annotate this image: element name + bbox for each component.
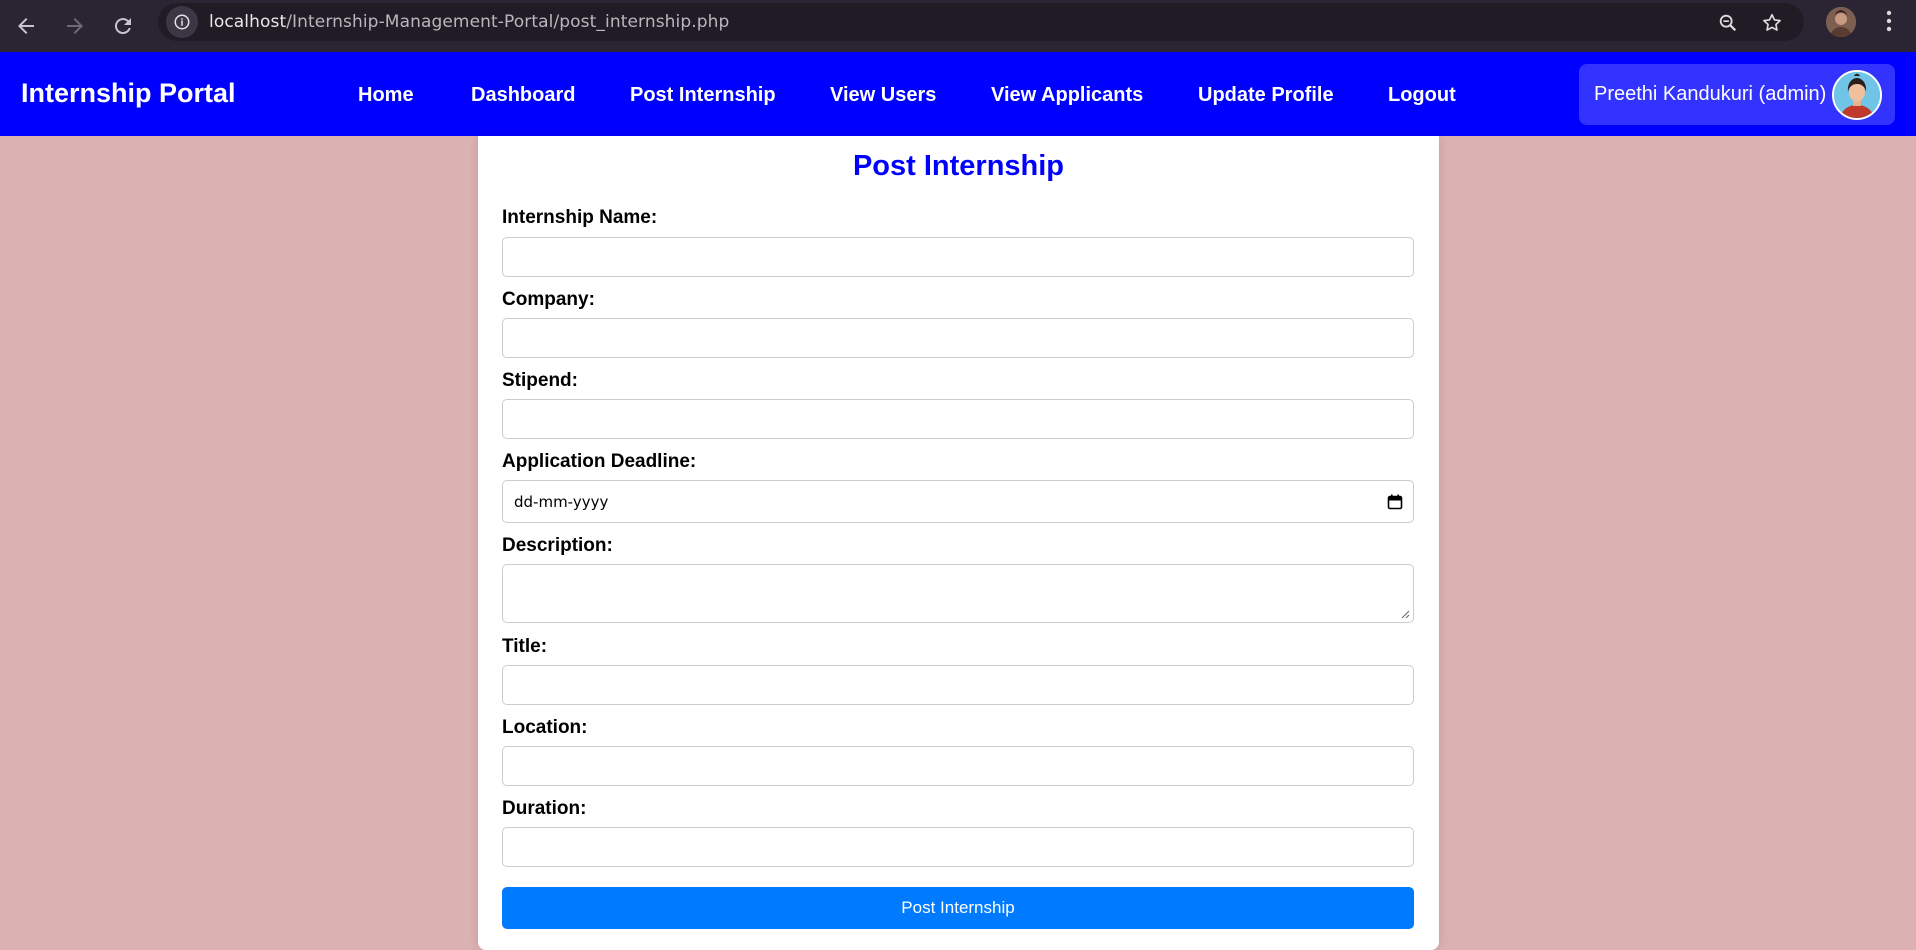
application-deadline-input[interactable]: dd-mm-yyyy: [502, 480, 1414, 523]
user-avatar-icon: [1832, 70, 1882, 120]
back-button[interactable]: [6, 6, 46, 46]
url-host: localhost: [209, 12, 287, 32]
nav-logout[interactable]: Logout: [1388, 84, 1456, 107]
reload-icon: [114, 18, 131, 35]
nav-update-profile[interactable]: Update Profile: [1198, 84, 1334, 107]
duration-label: Duration:: [502, 798, 587, 819]
kebab-menu-icon: [1886, 10, 1892, 32]
address-bar[interactable]: localhost/Internship-Management-Portal/p…: [158, 3, 1804, 41]
application-deadline-label: Application Deadline:: [502, 451, 697, 472]
internship-name-label: Internship Name:: [502, 207, 658, 228]
forward-button[interactable]: [55, 6, 95, 46]
reload-button[interactable]: [103, 6, 143, 46]
resize-grip-icon[interactable]: [1401, 610, 1410, 619]
stipend-input[interactable]: [502, 399, 1414, 439]
description-textarea[interactable]: [502, 564, 1414, 623]
form-title: Post Internship: [852, 150, 1065, 182]
company-label: Company:: [502, 289, 595, 310]
arrow-right-icon: [67, 18, 83, 34]
zoom-button[interactable]: [1714, 9, 1742, 37]
location-label: Location:: [502, 717, 588, 738]
location-input[interactable]: [502, 746, 1414, 786]
nav-view-applicants[interactable]: View Applicants: [991, 84, 1143, 107]
internship-name-input[interactable]: [502, 237, 1414, 277]
user-name: Preethi Kandukuri (admin): [1594, 83, 1827, 105]
site-header: Internship Portal Home Dashboard Post In…: [0, 52, 1916, 136]
title-label: Title:: [502, 636, 548, 657]
info-icon: [174, 14, 190, 30]
zoom-icon: [1719, 14, 1737, 32]
company-input[interactable]: [502, 318, 1414, 358]
url-text[interactable]: localhost/Internship-Management-Portal/p…: [209, 12, 729, 32]
profile-photo-icon: [1826, 7, 1856, 37]
url-path: /Internship-Management-Portal/post_inter…: [286, 12, 730, 32]
nav-home[interactable]: Home: [358, 84, 414, 107]
title-input[interactable]: [502, 665, 1414, 705]
arrow-left-icon: [18, 18, 34, 34]
nav-view-users[interactable]: View Users: [830, 84, 936, 107]
date-placeholder: dd-mm-yyyy: [514, 492, 609, 511]
duration-input[interactable]: [502, 827, 1414, 867]
browser-profile-avatar[interactable]: [1826, 7, 1856, 37]
browser-toolbar: localhost/Internship-Management-Portal/p…: [0, 0, 1916, 52]
user-profile-box[interactable]: Preethi Kandukuri (admin): [1579, 64, 1895, 125]
post-internship-button[interactable]: Post Internship: [502, 887, 1414, 929]
nav-post-internship[interactable]: Post Internship: [630, 84, 776, 107]
post-internship-form: Post Internship Internship Name: Company…: [478, 136, 1439, 950]
nav-dashboard[interactable]: Dashboard: [471, 84, 575, 107]
description-label: Description:: [502, 535, 613, 556]
calendar-icon[interactable]: [1387, 494, 1403, 510]
browser-menu-button[interactable]: [1874, 6, 1904, 36]
bookmark-button[interactable]: [1758, 9, 1786, 37]
site-info-button[interactable]: [166, 6, 198, 38]
stipend-label: Stipend:: [502, 370, 578, 391]
star-icon: [1763, 13, 1781, 31]
brand-title[interactable]: Internship Portal: [21, 78, 236, 109]
